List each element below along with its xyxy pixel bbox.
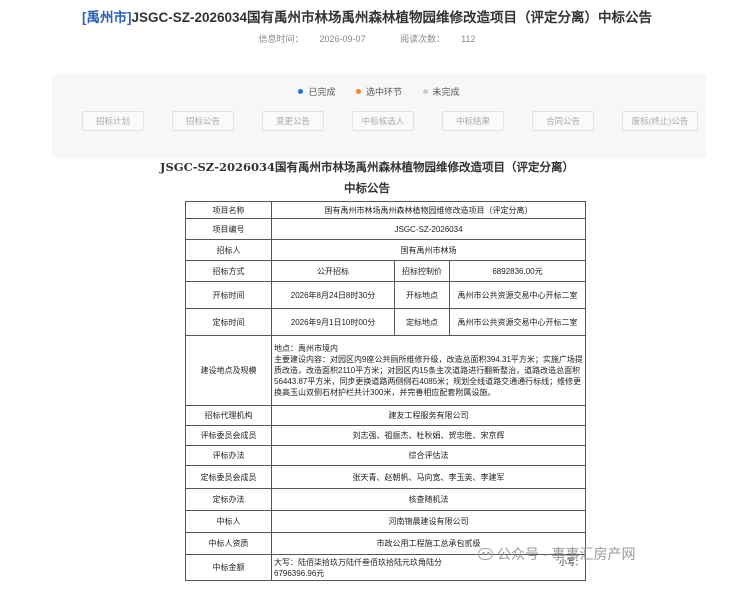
amount-upper: 大写：陆佰柒拾玖万陆仟叁佰玖拾陆元玖角陆分 bbox=[274, 557, 442, 567]
decide-place: 禹州市公共资源交易中心开标二室 bbox=[449, 308, 586, 336]
region-tag[interactable]: [禹州市] bbox=[82, 10, 132, 25]
cell-label: 中标人资质 bbox=[185, 532, 272, 555]
legend-selected-label: 选中环节 bbox=[365, 87, 402, 97]
table-row: 招标代理机构 建友工程服务有限公司 bbox=[185, 405, 586, 426]
legend-completed: 已完成 bbox=[298, 85, 335, 98]
notice-title: JSGC-SZ-2026034国有禹州市林场禹州森林植物园维修改造项目（评定分离… bbox=[160, 160, 574, 174]
cell-label: 建设地点及规模 bbox=[185, 335, 272, 406]
cell-label: 定标委员会成员 bbox=[185, 465, 272, 489]
notice-subtitle: 中标公告 bbox=[344, 181, 390, 195]
step-change-notice[interactable]: 变更公告 bbox=[262, 111, 324, 131]
table-row: 定标委员会成员 张天青、赵朝帆、马向宽、李玉英、李建军 bbox=[185, 465, 586, 489]
decide-method: 核查随机法 bbox=[271, 488, 586, 511]
tenderer: 国有禹州市林场 bbox=[271, 239, 586, 261]
publish-time-value: 2026-09-07 bbox=[319, 34, 366, 44]
read-count: 阅读次数： 112 bbox=[392, 34, 483, 44]
cell-label: 开标地点 bbox=[394, 281, 450, 309]
cell-label: 定标时间 bbox=[185, 308, 272, 336]
table-row: 定标时间 2026年9月1日10时00分 定标地点 禹州市公共资源交易中心开标二… bbox=[185, 308, 586, 336]
tender-agency: 建友工程服务有限公司 bbox=[271, 405, 586, 426]
table-row: 招标方式 公开招标 招标控制价 6892836.00元 bbox=[185, 260, 586, 282]
control-price: 6892836.00元 bbox=[449, 260, 586, 282]
winner: 河南锦晨建设有限公司 bbox=[271, 510, 586, 533]
cell-label: 定标办法 bbox=[185, 488, 272, 511]
step-tender-notice[interactable]: 招标公告 bbox=[172, 111, 234, 131]
project-name: 国有禹州市林场禹州森林植物园维修改造项目（评定分离） bbox=[271, 201, 586, 219]
progress-legend: 已完成 选中环节 未完成 bbox=[52, 85, 706, 98]
table-row: 评标办法 综合评估法 bbox=[185, 445, 586, 466]
cell-label: 招标人 bbox=[185, 239, 272, 261]
table-row: 中标人 河南锦晨建设有限公司 bbox=[185, 510, 586, 533]
scope-location: 地点：禹州市境内 bbox=[274, 344, 338, 353]
award-info-table: 项目名称 国有禹州市林场禹州森林植物园维修改造项目（评定分离） 项目编号 JSG… bbox=[185, 201, 586, 581]
tender-method: 公开招标 bbox=[271, 260, 395, 282]
watermark: 公众号 · 事事汇房产网 bbox=[478, 544, 635, 564]
table-row: 评标委员会成员 刘志强、祖振杰、杜秋娟、贺忠胜、宋京辉 bbox=[185, 425, 586, 446]
scope-content: 主要建设内容：对园区内9座公共厕所维修升级，改造总面积394.31平方米；实施广… bbox=[274, 355, 583, 397]
publish-time-label: 信息时间： bbox=[258, 34, 304, 44]
step-result[interactable]: 中标结果 bbox=[442, 111, 504, 131]
step-tender-plan[interactable]: 招标计划 bbox=[82, 111, 144, 131]
cell-label: 评标办法 bbox=[185, 445, 272, 466]
cell-label: 中标金额 bbox=[185, 554, 272, 581]
cell-label: 招标方式 bbox=[185, 260, 272, 282]
selected-dot-icon bbox=[355, 89, 361, 94]
table-row: 项目编号 JSGC-SZ-2026034 bbox=[185, 218, 586, 240]
read-count-value: 112 bbox=[461, 34, 476, 44]
progress-steps: 招标计划 招标公告 变更公告 中标候选人 中标结果 合同公告 废标(终止)公告 bbox=[52, 111, 706, 131]
step-abolished[interactable]: 废标(终止)公告 bbox=[622, 111, 698, 131]
table-row: 招标人 国有禹州市林场 bbox=[185, 239, 586, 261]
page-title-text: JSGC-SZ-2026034国有禹州市林场禹州森林植物园维修改造项目（评定分离… bbox=[131, 10, 653, 25]
cell-label: 招标控制价 bbox=[394, 260, 450, 282]
table-row: 项目名称 国有禹州市林场禹州森林植物园维修改造项目（评定分离） bbox=[185, 201, 586, 219]
amount-lower: 6796396.96元 bbox=[274, 568, 325, 578]
legend-incomplete: 未完成 bbox=[422, 85, 460, 98]
project-number: JSGC-SZ-2026034 bbox=[271, 218, 586, 240]
cell-label: 评标委员会成员 bbox=[185, 425, 272, 446]
completed-dot-icon bbox=[298, 89, 304, 94]
incomplete-dot-icon bbox=[422, 89, 428, 94]
cell-label: 中标人 bbox=[185, 510, 272, 533]
decide-committee: 张天青、赵朝帆、马向宽、李玉英、李建军 bbox=[271, 465, 586, 489]
step-candidates[interactable]: 中标候选人 bbox=[352, 111, 414, 131]
eval-method: 综合评估法 bbox=[271, 445, 586, 466]
publish-time: 信息时间： 2026-09-07 bbox=[251, 34, 374, 44]
legend-incomplete-label: 未完成 bbox=[432, 87, 460, 97]
open-time: 2026年8月24日8时30分 bbox=[271, 281, 395, 309]
watermark-text: 公众号 · 事事汇房产网 bbox=[497, 546, 636, 562]
cell-label: 开标时间 bbox=[185, 281, 272, 309]
cell-label: 定标地点 bbox=[394, 308, 450, 336]
decide-time: 2026年9月1日10时00分 bbox=[271, 308, 395, 336]
progress-panel: 已完成 选中环节 未完成 招标计划 招标公告 变更公告 中标候选人 中标结果 合… bbox=[52, 74, 706, 158]
cell-label: 招标代理机构 bbox=[185, 405, 272, 426]
scope-cell: 地点：禹州市境内 主要建设内容：对园区内9座公共厕所维修升级，改造总面积394.… bbox=[271, 335, 586, 406]
table-row: 建设地点及规模 地点：禹州市境内 主要建设内容：对园区内9座公共厕所维修升级，改… bbox=[185, 335, 586, 406]
meta-line: 信息时间： 2026-09-07 阅读次数： 112 bbox=[0, 32, 734, 45]
legend-selected: 选中环节 bbox=[355, 85, 402, 98]
eval-committee: 刘志强、祖振杰、杜秋娟、贺忠胜、宋京辉 bbox=[271, 425, 586, 446]
cell-label: 项目编号 bbox=[185, 218, 272, 240]
step-contract[interactable]: 合同公告 bbox=[532, 111, 594, 131]
table-row: 开标时间 2026年8月24日8时30分 开标地点 禹州市公共资源交易中心开标二… bbox=[185, 281, 586, 309]
table-row: 定标办法 核查随机法 bbox=[185, 488, 586, 511]
legend-completed-label: 已完成 bbox=[308, 87, 336, 97]
open-place: 禹州市公共资源交易中心开标二室 bbox=[449, 281, 586, 309]
wechat-icon bbox=[478, 548, 493, 560]
cell-label: 项目名称 bbox=[185, 201, 272, 219]
page-title: [禹州市]JSGC-SZ-2026034国有禹州市林场禹州森林植物园维修改造项目… bbox=[0, 6, 734, 26]
read-count-label: 阅读次数： bbox=[400, 34, 446, 44]
